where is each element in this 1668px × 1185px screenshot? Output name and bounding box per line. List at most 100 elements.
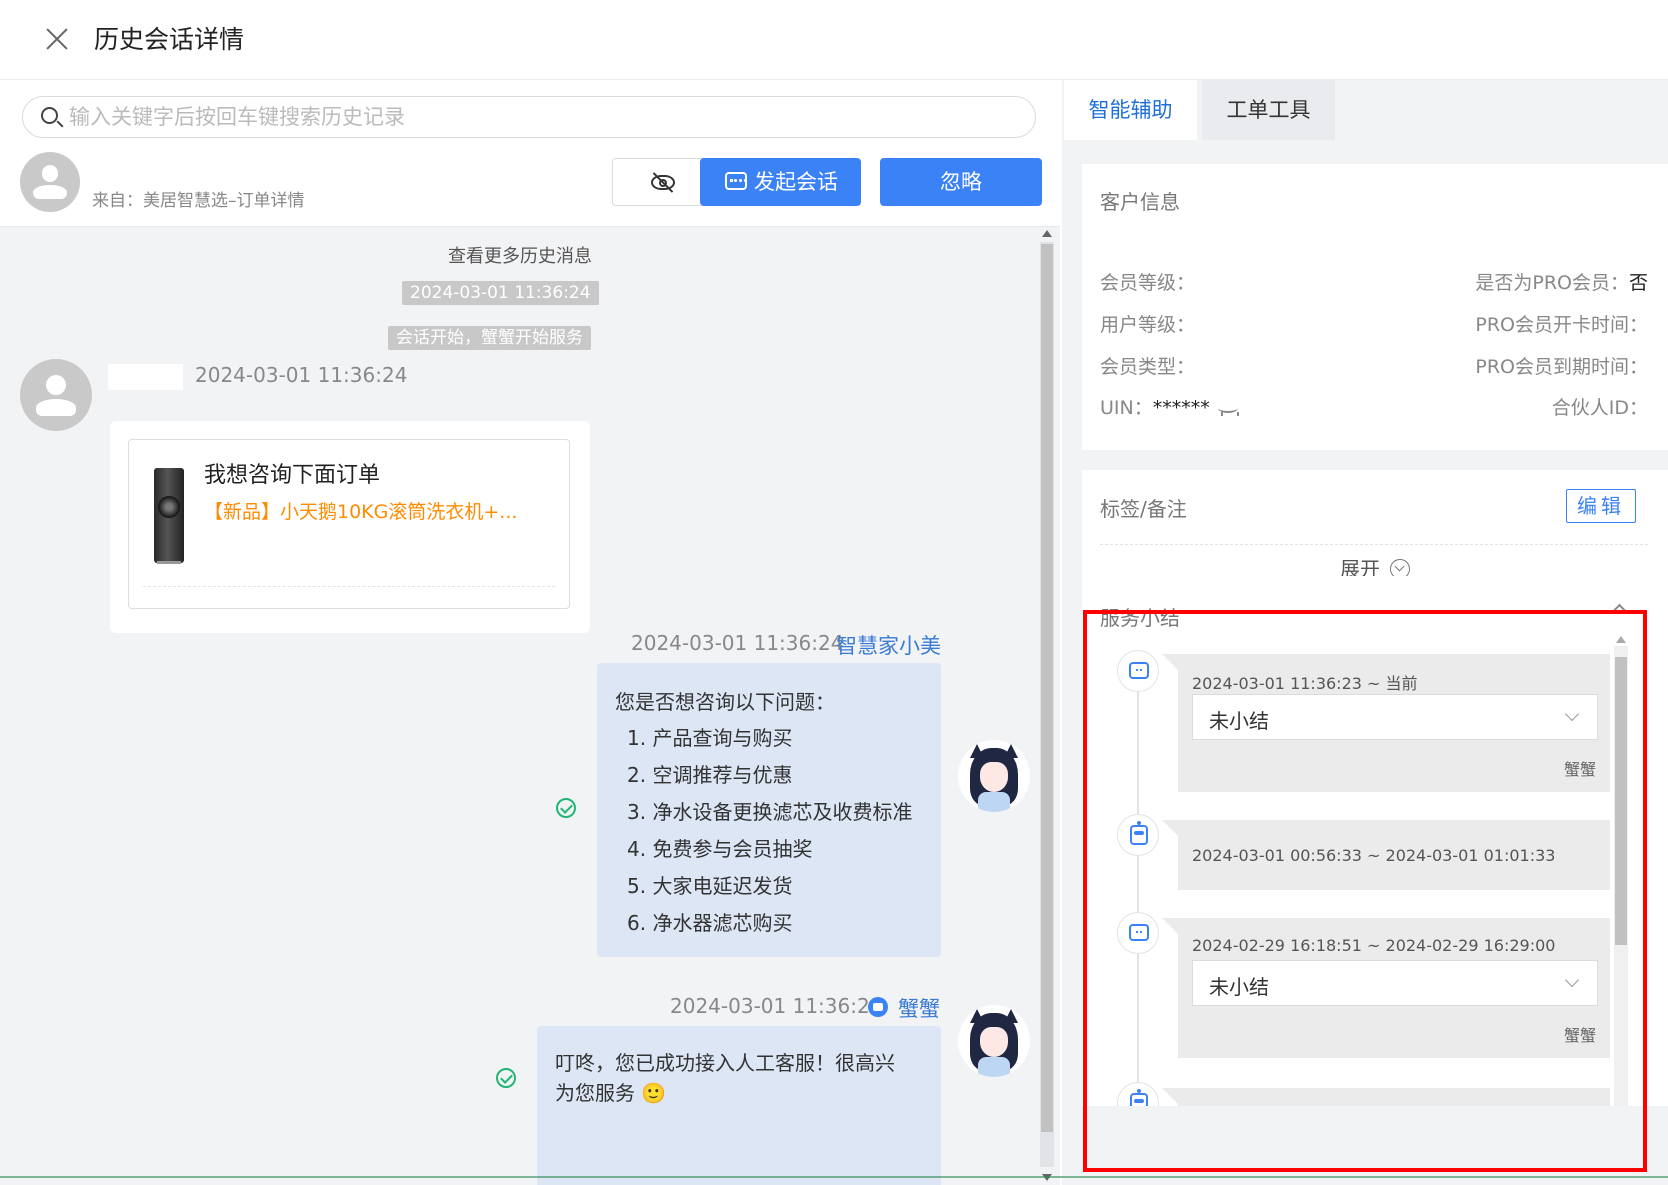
member-level-label: 会员等级： [1100,272,1196,294]
faq-option-list: 1. 产品查询与购买 2. 空调推荐与优惠 3. 净水设备更换滤芯及收费标准 4… [627,725,912,947]
summary-time: 2024-03-01 00:56:33 ~ 2024-03-01 01:01:3… [1192,846,1556,865]
service-summary-card: 服务小结 2024-03-01 11:36:23 ~ 当前 未小结 蟹蟹 202… [1082,576,1668,1106]
agent-avatar [958,1005,1030,1077]
edit-tags-button[interactable]: 编辑 [1566,489,1636,523]
hide-toggle-button[interactable] [612,158,712,206]
customer-message-name-redacted [108,364,183,390]
info-row: 用户等级： PRO会员开卡时间： [1100,310,1648,340]
search-input[interactable] [69,102,969,132]
summary-item: 2024-03-01 00:56:33 ~ 2024-03-01 01:01:3… [1162,820,1610,890]
scroll-up-icon[interactable] [1042,230,1052,237]
tags-title: 标签/备注 [1100,497,1187,521]
eye-off-icon [651,172,675,193]
partner-id-label: 合伙人ID： [1551,397,1648,419]
summary-agent: 蟹蟹 [1563,760,1596,779]
timeline-node [1117,814,1159,856]
info-row: 会员类型： PRO会员到期时间： [1100,352,1648,382]
tab-smart-assist[interactable]: 智能辅助 [1064,80,1197,140]
faq-intro: 您是否想咨询以下问题： [615,690,835,714]
washing-machine-image [154,468,184,564]
faq-option[interactable]: 1. 产品查询与购买 [627,725,912,762]
summary-time: 2024-03-01 11:36:23 ~ 当前 [1192,674,1418,693]
robot-icon [1130,821,1148,845]
faq-option[interactable]: 6. 净水器滤芯购买 [627,910,912,947]
chat-scrollbar[interactable] [1040,228,1054,1185]
summary-status-select[interactable]: 未小结 [1192,694,1598,740]
bottom-border [0,1176,1668,1178]
bot-sender-name: 智慧家小美 [836,634,941,658]
agent-message-line: 叮咚，您已成功接入人工客服！很高兴 [555,1051,895,1075]
agent-sender-name: 蟹蟹 [898,997,940,1021]
agent-message-line: 为您服务 🙂 [555,1081,667,1105]
faq-option[interactable]: 3. 净水设备更换滤芯及收费标准 [627,799,912,836]
scrollbar-thumb[interactable] [1615,657,1627,945]
customer-info-title: 客户信息 [1100,190,1180,214]
chevron-down-icon [1564,706,1580,722]
assist-tabs: 智能辅助 工单工具 [1062,80,1668,140]
pro-open-time-label: PRO会员开卡时间： [1475,314,1648,336]
is-pro-label: 是否为PRO会员： [1475,272,1629,294]
bot-avatar [958,740,1030,812]
bot-faq-bubble: 您是否想咨询以下问题： 1. 产品查询与购买 2. 空调推荐与优惠 3. 净水设… [597,663,941,957]
scroll-up-icon[interactable] [1616,636,1626,643]
order-card-title: 我想咨询下面订单 [204,463,381,488]
history-search[interactable] [22,96,1036,138]
customer-source: 来自：美居智慧选–订单详情 [92,191,305,211]
timeline-line [1137,676,1139,1106]
chat-icon [1129,924,1149,941]
faq-option[interactable]: 5. 大家电延迟发货 [627,873,912,910]
chat-toolbar: 来自：美居智慧选–订单详情 发起会话 忽略 [0,80,1060,227]
order-message: 我想咨询下面订单 【新品】小天鹅10KG滚筒洗衣机+... [110,421,590,633]
customer-avatar [20,152,80,212]
chat-icon [1129,662,1149,679]
timeline-node [1117,1082,1159,1106]
read-check-icon [496,1068,516,1088]
customer-message-avatar [20,359,92,431]
faq-option[interactable]: 2. 空调推荐与优惠 [627,762,912,799]
info-row: UIN：****** 合伙人ID： [1100,393,1648,423]
chevron-down-icon [1564,972,1580,988]
system-notice-tag: 会话开始，蟹蟹开始服务 [388,326,591,350]
chevron-up-icon[interactable] [1611,603,1628,620]
eye-closed-icon[interactable] [1217,403,1240,416]
assist-panel: 智能辅助 工单工具 客户信息 会员等级： 是否为PRO会员：否 用户等级： PR… [1062,80,1668,1185]
order-card[interactable]: 我想咨询下面订单 【新品】小天鹅10KG滚筒洗衣机+... [128,439,570,609]
chat-history[interactable]: 查看更多历史消息 2024-03-01 11:36:24 会话开始，蟹蟹开始服务… [0,228,1060,1185]
ignore-button[interactable]: 忽略 [880,158,1042,206]
agent-welcome-bubble: 叮咚，您已成功接入人工客服！很高兴 为您服务 🙂 [537,1026,941,1185]
user-level-label: 用户等级： [1100,314,1196,336]
summary-agent: 蟹蟹 [1563,1026,1596,1045]
timeline-node [1117,650,1159,692]
robot-icon [868,997,888,1017]
uin-label: UIN： [1100,397,1153,419]
summary-item: 2024-02-29 16:18:51 ~ 2024-02-29 16:29:0… [1162,918,1610,1058]
summary-status-select[interactable]: 未小结 [1192,960,1598,1006]
member-type-label: 会员类型： [1100,356,1196,378]
divider [1100,544,1648,545]
user-icon [20,359,92,431]
summary-item: 2024-03-01 11:36:23 ~ 当前 未小结 蟹蟹 [1162,654,1610,792]
chat-bubble-icon [725,172,748,190]
order-product-link[interactable]: 【新品】小天鹅10KG滚筒洗衣机+... [204,497,544,524]
pro-expire-time-label: PRO会员到期时间： [1475,356,1648,378]
chat-panel: 来自：美居智慧选–订单详情 发起会话 忽略 查看更多历史消息 2024-03-0… [0,80,1060,1185]
bot-message-time: 2024-03-01 11:36:24 [631,631,844,655]
faq-option[interactable]: 4. 免费参与会员抽奖 [627,836,912,873]
uin-field: UIN：****** [1100,393,1240,420]
close-icon[interactable] [40,22,74,56]
summary-time: 2024-02-29 16:18:51 ~ 2024-02-29 16:29:0… [1192,936,1556,955]
summary-scrollbar[interactable] [1614,634,1628,1106]
more-history-link[interactable]: 查看更多历史消息 [0,242,1040,268]
start-session-button[interactable]: 发起会话 [700,158,861,206]
agent-message-time: 2024-03-01 11:36:24 [670,994,883,1018]
summary-status: 未小结 [1209,975,1269,999]
user-icon [20,152,80,212]
scrollbar-thumb[interactable] [1041,244,1053,1132]
start-session-label: 发起会话 [754,170,838,194]
service-summary-title: 服务小结 [1100,606,1180,630]
tab-ticket-tools[interactable]: 工单工具 [1202,80,1335,140]
system-time-tag: 2024-03-01 11:36:24 [402,281,599,305]
divider [143,586,555,587]
summary-item [1162,1088,1610,1106]
summary-status: 未小结 [1209,709,1269,733]
